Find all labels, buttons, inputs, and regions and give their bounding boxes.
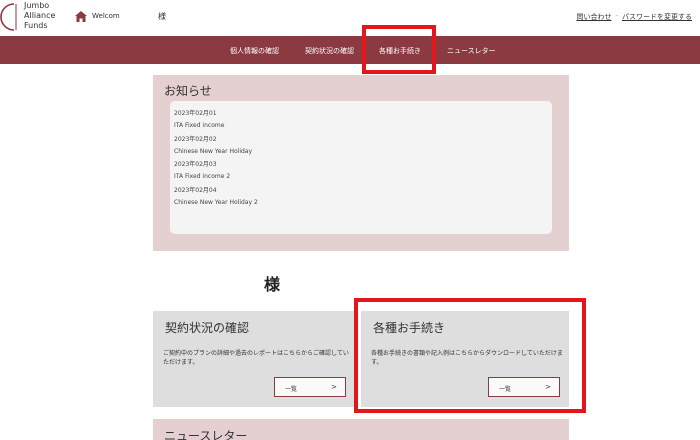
nav-item-procedures[interactable]: 各種お手続き [379,46,421,56]
main-nav: 個人情報の確認 契約状況の確認 各種お手続き ニュースレター [0,36,700,64]
card-title: 契約状況の確認 [165,321,250,335]
logo-line: Jumbo [24,1,50,10]
logo-line: Funds [24,21,48,30]
newsletter-panel: ニュースレター [153,419,569,440]
contract-list-button[interactable]: 一覧 > [274,377,346,397]
news-item[interactable]: 2023年02月03 ITA Fixed income 2 [174,159,230,183]
news-panel: お知らせ 2023年02月01 ITA Fixed income 2023年02… [153,75,569,251]
news-item[interactable]: 2023年02月02 Chinese New Year Holiday [174,134,252,158]
button-label: 一覧 [285,386,298,393]
news-text: ITA Fixed income [174,122,225,129]
procedures-card: 各種お手続き 各種お手続きの書類や記入例はこちらからダウンロードしていただけます… [361,311,569,407]
procedures-list-button[interactable]: 一覧 > [488,377,560,397]
header: Jumbo Alliance Funds Welcom 様 問い合わせ - パス… [0,0,700,36]
news-date: 2023年02月03 [174,161,217,168]
chevron-right-icon: > [331,383,337,391]
home-icon[interactable] [75,11,87,22]
logo-icon [0,3,17,31]
news-list: 2023年02月01 ITA Fixed income 2023年02月02 C… [170,101,552,234]
nav-item-contract-status[interactable]: 契約状況の確認 [305,46,354,56]
user-name-large: 様 [264,275,281,294]
logo-line: Alliance [24,11,56,20]
logo-text: Jumbo Alliance Funds [24,1,55,31]
news-title: お知らせ [164,84,212,98]
change-password-link[interactable]: パスワードを変更する [622,12,692,22]
button-label: 一覧 [499,386,512,393]
newsletter-title: ニュースレター [164,429,248,440]
user-name: 様 [158,12,166,21]
news-text: ITA Fixed income 2 [174,173,231,180]
news-date: 2023年02月04 [174,187,217,194]
welcome-text: Welcom [92,12,120,20]
link-separator: - [615,12,618,20]
card-description: ご契約中のプランの詳細や過去のレポートはこちらからご確認していただけます。 [163,350,349,366]
chevron-right-icon: > [545,383,551,391]
news-date: 2023年02月01 [174,110,217,117]
news-text: Chinese New Year Holiday 2 [174,199,258,206]
news-item[interactable]: 2023年02月01 ITA Fixed income [174,108,224,132]
contact-link[interactable]: 問い合わせ [576,12,611,22]
contract-status-card: 契約状況の確認 ご契約中のプランの詳細や過去のレポートはこちらからご確認していた… [153,311,354,407]
nav-item-personal-info[interactable]: 個人情報の確認 [230,46,279,56]
news-text: Chinese New Year Holiday [174,148,253,155]
news-date: 2023年02月02 [174,136,217,143]
news-item[interactable]: 2023年02月04 Chinese New Year Holiday 2 [174,185,258,209]
nav-item-newsletter[interactable]: ニュースレター [447,46,496,56]
card-description: 各種お手続きの書類や記入例はこちらからダウンロードしていただけます。 [371,350,563,366]
card-title: 各種お手続き [373,321,446,335]
top-links: 問い合わせ - パスワードを変更する [576,12,692,22]
